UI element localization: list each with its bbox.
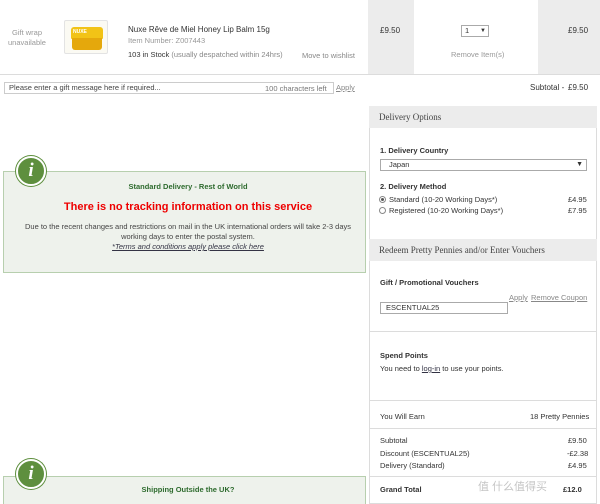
standard-delivery-radio[interactable] <box>379 196 386 203</box>
product-thumbnail[interactable]: NUXE <box>64 20 108 54</box>
stock-note: (usually despatched within 24hrs) <box>171 50 283 59</box>
unit-price: £9.50 <box>380 26 401 35</box>
spend-points-text: You need to log-in to use your points. <box>380 364 504 373</box>
chevron-down-icon: ▼ <box>576 161 583 168</box>
subtotal-label: Subtotal - <box>530 83 565 92</box>
summary-delivery-label: Delivery (Standard) <box>380 461 445 470</box>
jar-body <box>72 38 102 50</box>
move-to-wishlist-link[interactable]: Move to wishlist <box>302 51 355 60</box>
summary-subtotal-value: £9.50 <box>568 436 587 445</box>
delivery-country-select[interactable]: Japan ▼ <box>380 159 587 171</box>
remove-item-link[interactable]: Remove Item(s) <box>451 50 504 59</box>
gift-message-apply-link[interactable]: Apply <box>336 83 355 92</box>
line-total: £9.50 <box>568 26 589 35</box>
spend-points-after: to use your points. <box>442 364 504 373</box>
gift-wrap-status: Gift wrap unavailable <box>8 28 46 47</box>
voucher-label: Gift / Promotional Vouchers <box>380 278 479 287</box>
grand-total-value: £12.0 <box>563 485 582 494</box>
stock-count: 103 in Stock <box>128 50 170 59</box>
line-total-column <box>538 0 600 74</box>
delivery-options-heading: Delivery Options <box>369 106 597 128</box>
delivery-method-label: 2. Delivery Method <box>380 182 447 191</box>
voucher-apply-link[interactable]: Apply <box>509 293 528 302</box>
standard-delivery-label[interactable]: Standard (10-20 Working Days*) <box>389 195 497 204</box>
product-name[interactable]: Nuxe Rêve de Miel Honey Lip Balm 15g <box>128 25 270 34</box>
vouchers-heading: Redeem Pretty Pennies and/or Enter Vouch… <box>369 239 597 261</box>
divider <box>0 74 600 75</box>
chevron-down-icon: ▼ <box>480 28 486 34</box>
notice-title: Standard Delivery - Rest of World <box>128 182 248 191</box>
divider <box>370 476 596 477</box>
voucher-code-input[interactable]: ESCENTUAL25 <box>380 302 508 314</box>
divider <box>370 400 596 401</box>
grand-total-label: Grand Total <box>380 485 422 494</box>
remove-coupon-link[interactable]: Remove Coupon <box>531 293 587 302</box>
notice-headline: There is no tracking information on this… <box>63 201 313 213</box>
shipping-notice-title: Shipping Outside the UK? <box>141 485 235 494</box>
unit-price-column <box>368 0 414 74</box>
summary-discount-label: Discount (ESCENTUAL25) <box>380 449 470 458</box>
divider <box>370 331 596 332</box>
standard-delivery-price: £4.95 <box>568 195 587 204</box>
summary-discount-value: -£2.38 <box>567 449 589 458</box>
terms-link[interactable]: *Terms and conditions apply please click… <box>3 242 373 251</box>
registered-delivery-label[interactable]: Registered (10-20 Working Days*) <box>389 206 503 215</box>
thumb-brand: NUXE <box>73 29 87 35</box>
delivery-country-label: 1. Delivery Country <box>380 146 449 155</box>
spend-points-before: You need to <box>380 364 420 373</box>
registered-delivery-radio[interactable] <box>379 207 386 214</box>
product-item-number: Item Number: Z007443 <box>128 36 206 45</box>
spend-points-label: Spend Points <box>380 351 428 360</box>
registered-delivery-price: £7.95 <box>568 206 587 215</box>
notice-body: Due to the recent changes and restrictio… <box>24 222 351 241</box>
earn-label: You Will Earn <box>380 412 425 421</box>
quantity-select[interactable]: 1 ▼ <box>461 25 489 37</box>
subtotal-value: £9.50 <box>568 83 589 92</box>
watermark-logo: 值 什么值得买 <box>478 481 548 493</box>
quantity-value: 1 <box>465 26 470 35</box>
earn-value: 18 Pretty Pennies <box>530 412 590 421</box>
login-link[interactable]: log-in <box>422 364 440 373</box>
gift-message-char-count: 100 characters left <box>265 84 327 93</box>
summary-subtotal-label: Subtotal <box>380 436 408 445</box>
country-value: Japan <box>389 160 410 169</box>
summary-delivery-value: £4.95 <box>568 461 587 470</box>
divider <box>370 428 596 429</box>
product-stock: 103 in Stock (usually despatched within … <box>128 50 283 59</box>
